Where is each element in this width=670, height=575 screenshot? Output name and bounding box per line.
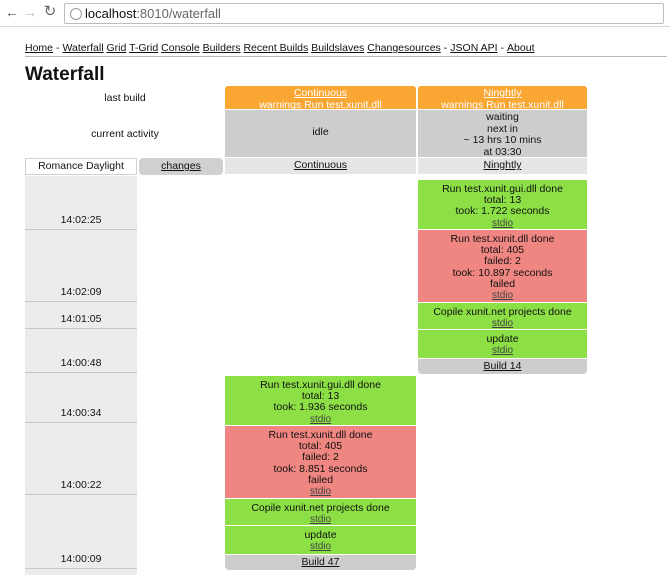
continuous-step-update: update stdio: [225, 526, 416, 555]
step-text: failed: [307, 473, 334, 486]
page-title: Waterfall: [25, 64, 105, 85]
time-slot: 14:02:09: [25, 230, 137, 302]
nav-builders-link[interactable]: Builders: [203, 42, 241, 54]
last-build-label: last build: [104, 92, 146, 104]
continuous-builder-header-link[interactable]: Continuous: [294, 159, 347, 171]
time-slot: 14:00:48: [25, 329, 137, 373]
nightly-builder-header-link[interactable]: Ninghtly: [484, 159, 522, 171]
nightly-activity-line: waiting: [486, 111, 519, 123]
time-label: 14:00:48: [60, 357, 102, 369]
time-label: 14:01:05: [60, 313, 102, 325]
continuous-step-gui-tests: Run test.xunit.gui.dll done total: 13 to…: [225, 376, 416, 426]
stdio-link[interactable]: stdio: [310, 414, 331, 425]
nightly-activity-line: ~ 13 hrs 10 mins: [463, 134, 542, 146]
continuous-last-build-text: warnings Run test.xunit.dll: [259, 98, 382, 111]
timezone-header: Romance Daylight Time: [25, 158, 137, 187]
reload-icon[interactable]: ↻: [42, 4, 58, 20]
address-bar[interactable]: localhost:8010/waterfall: [64, 3, 664, 24]
top-navigation: Home - Waterfall Grid T-Grid Console Build…: [25, 42, 535, 54]
stdio-link[interactable]: stdio: [492, 290, 513, 301]
back-arrow-icon[interactable]: ←: [4, 4, 20, 20]
nightly-build-link[interactable]: Build 14: [484, 360, 522, 372]
time-slot: 14:02:25: [25, 176, 137, 230]
time-slot: 14:00:09: [25, 495, 137, 569]
continuous-build-link[interactable]: Build 47: [302, 556, 340, 568]
stdio-link[interactable]: stdio: [310, 486, 331, 497]
nightly-step-gui-tests: Run test.xunit.gui.dll done total: 13 to…: [418, 180, 587, 230]
stdio-link[interactable]: stdio: [310, 514, 331, 525]
nav-json-api-link[interactable]: JSON API: [450, 42, 497, 54]
continuous-builder-link[interactable]: Continuous: [294, 87, 347, 99]
stdio-link[interactable]: stdio: [310, 541, 331, 552]
step-text: failed: [489, 277, 516, 290]
time-slot: 14:00:22: [25, 423, 137, 495]
nav-grid-link[interactable]: Grid: [106, 42, 126, 54]
step-text: Copile xunit.net projects done: [251, 502, 390, 514]
time-label: 14:00:09: [60, 553, 102, 565]
url-text[interactable]: localhost:8010/waterfall: [85, 6, 221, 21]
nav-console-link[interactable]: Console: [161, 42, 200, 54]
url-path: :8010/waterfall: [136, 6, 221, 21]
page-info-icon[interactable]: [70, 8, 82, 20]
continuous-step-compile: Copile xunit.net projects done stdio: [225, 499, 416, 526]
nav-about-link[interactable]: About: [507, 42, 534, 54]
nav-tgrid-link[interactable]: T-Grid: [129, 42, 158, 54]
nightly-last-build-text: warnings Run test.xunit.dll: [441, 98, 564, 111]
step-text: update: [304, 529, 337, 541]
continuous-activity: idle: [225, 110, 416, 157]
step-text: Copile xunit.net projects done: [433, 306, 572, 318]
time-slot: 14:01:05: [25, 302, 137, 329]
nav-separator: -: [443, 42, 448, 54]
nightly-step-xunit-tests: Run test.xunit.dll done total: 405 faile…: [418, 230, 587, 303]
time-label: 14:02:25: [60, 214, 102, 226]
nightly-activity: waiting next in ~ 13 hrs 10 mins at 03:3…: [418, 110, 587, 157]
nav-changesources-link[interactable]: Changesources: [367, 42, 441, 54]
nightly-last-build: Ninghtly warnings Run test.xunit.dll: [418, 86, 587, 111]
nightly-activity-line: at 03:30: [483, 145, 522, 158]
time-column: 14:02:25 14:02:09 14:01:05 14:00:48 14:0…: [25, 176, 137, 575]
nav-buildslaves-link[interactable]: Buildslaves: [311, 42, 364, 54]
step-text: took: 1.936 seconds: [273, 401, 368, 414]
continuous-step-xunit-tests: Run test.xunit.dll done total: 405 faile…: [225, 426, 416, 499]
time-label: 14:02:09: [60, 286, 102, 298]
step-text: took: 1.722 seconds: [455, 205, 550, 218]
stdio-link[interactable]: stdio: [492, 345, 513, 356]
time-label: 14:00:22: [60, 479, 102, 491]
time-label: 14:00:34: [60, 407, 102, 419]
continuous-activity-text: idle: [312, 126, 329, 138]
nav-separator: -: [56, 42, 60, 54]
forward-arrow-icon[interactable]: →: [22, 4, 38, 20]
continuous-build-footer: Build 47: [225, 555, 416, 570]
nightly-step-update: update stdio: [418, 330, 587, 359]
changes-header: changes: [139, 158, 223, 175]
nav-recent-builds-link[interactable]: Recent Builds: [243, 42, 308, 54]
stdio-link[interactable]: stdio: [492, 318, 513, 329]
current-activity-label: current activity: [91, 128, 159, 140]
step-text: failed: 2: [484, 255, 521, 268]
nightly-builder-header: Ninghtly: [418, 158, 587, 174]
continuous-last-build: Continuous warnings Run test.xunit.dll: [225, 86, 416, 111]
stdio-link[interactable]: stdio: [492, 218, 513, 229]
browser-toolbar: ← → ↻ localhost:8010/waterfall: [0, 0, 670, 27]
nav-home-link[interactable]: Home: [25, 42, 53, 54]
continuous-builder-header: Continuous: [225, 158, 416, 174]
nav-divider: [25, 56, 667, 57]
nav-separator: -: [500, 42, 505, 54]
nightly-activity-line: next in: [487, 122, 518, 135]
nightly-builder-link[interactable]: Ninghtly: [484, 87, 522, 99]
step-text: failed: 2: [302, 451, 339, 464]
nightly-build-footer: Build 14: [418, 359, 587, 374]
nightly-step-compile: Copile xunit.net projects done stdio: [418, 303, 587, 330]
step-text: update: [486, 333, 519, 345]
nav-waterfall-link[interactable]: Waterfall: [63, 42, 104, 54]
url-host: localhost: [85, 6, 137, 21]
time-slot: 14:00:34: [25, 373, 137, 423]
changes-link[interactable]: changes: [161, 160, 201, 172]
